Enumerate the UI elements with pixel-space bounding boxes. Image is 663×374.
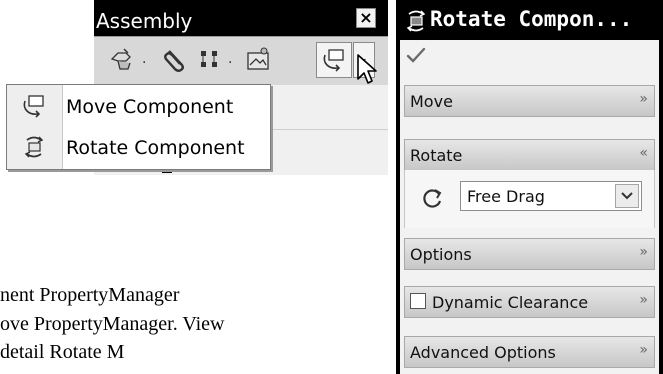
expand-chevron-icon[interactable]: » [639, 292, 648, 308]
expand-chevron-icon[interactable]: » [639, 342, 648, 358]
section-dynamic-clearance[interactable]: Dynamic Clearance » [404, 286, 655, 318]
body-text-line: ove PropertyManager. View [0, 313, 225, 335]
section-label: Move [410, 92, 453, 111]
assembly-button-strip: · · [94, 36, 388, 85]
menu-item-label: Rotate Component [66, 137, 245, 159]
mate-icon[interactable] [160, 45, 190, 75]
assembly-title-bar: Assembly × [94, 5, 388, 35]
section-advanced-options[interactable]: Advanced Options » [404, 336, 655, 368]
rotate-section-body: Free Drag [404, 170, 655, 228]
section-label: Options [410, 245, 472, 264]
section-rotate[interactable]: Rotate « [404, 139, 655, 171]
section-label: Advanced Options [410, 343, 556, 362]
dropdown-dot: · [142, 55, 147, 71]
rotate-mode-dropdown[interactable]: Free Drag [460, 181, 642, 211]
menu-item-label: Move Component [66, 96, 234, 118]
linear-pattern-icon[interactable] [196, 45, 226, 75]
menu-item-move-component[interactable]: Move Component [7, 86, 270, 126]
rotate-component-propertymanager: Rotate Compon... Move » Rotate « Free Dr… [396, 0, 663, 374]
free-drag-rotate-icon [423, 189, 442, 208]
dropdown-button[interactable] [615, 184, 639, 208]
propertymanager-body: Rotate Compon... Move » Rotate « Free Dr… [400, 3, 659, 374]
smart-fasteners-icon[interactable] [244, 45, 274, 75]
propertymanager-title: Rotate Compon... [430, 7, 633, 31]
move-component-icon [23, 95, 44, 118]
close-icon: × [359, 8, 373, 27]
chevron-down-icon [621, 192, 633, 200]
section-label: Rotate [410, 146, 463, 165]
dropdown-dot: · [228, 55, 233, 71]
move-component-icon [323, 49, 344, 72]
close-button[interactable]: × [356, 8, 376, 28]
expand-chevron-icon[interactable]: » [639, 91, 648, 107]
rotate-component-icon [406, 10, 426, 32]
dynamic-clearance-checkbox[interactable] [410, 293, 426, 309]
insert-components-icon[interactable] [108, 45, 138, 75]
rotate-component-icon [24, 136, 44, 158]
section-options[interactable]: Options » [404, 238, 655, 270]
body-text-line: detail Rotate M [0, 341, 125, 363]
dropdown-selected-value: Free Drag [467, 187, 545, 206]
assembly-title: Assembly [96, 9, 193, 33]
expand-chevron-icon[interactable]: » [639, 244, 648, 260]
propertymanager-title-bar: Rotate Compon... [400, 3, 659, 40]
component-flyout-menu: Move Component Rotate Component [6, 84, 271, 170]
section-move[interactable]: Move » [404, 85, 655, 117]
menu-item-rotate-component[interactable]: Rotate Component [7, 127, 270, 167]
move-component-button[interactable] [316, 42, 352, 78]
section-label: Dynamic Clearance [432, 293, 589, 312]
body-text-line: nent PropertyManager [0, 284, 180, 306]
collapse-chevron-icon[interactable]: « [639, 145, 648, 161]
mouse-pointer-icon [357, 54, 377, 84]
ok-check-icon[interactable] [406, 46, 426, 64]
